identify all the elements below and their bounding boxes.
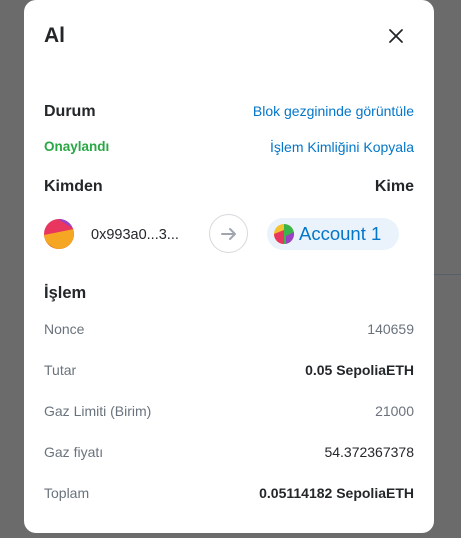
gas-price-label: Gaz fiyatı bbox=[44, 444, 104, 460]
amount-value: 0.05 SepoliaETH bbox=[305, 362, 414, 378]
to-account-name: Account 1 bbox=[299, 223, 382, 244]
close-icon bbox=[389, 29, 403, 43]
nonce-label: Nonce bbox=[44, 321, 85, 337]
transaction-section-title: İşlem bbox=[44, 284, 87, 302]
close-button[interactable] bbox=[386, 26, 406, 46]
modal-title: Al bbox=[44, 24, 65, 47]
to-account-pill[interactable]: Account 1 bbox=[267, 218, 399, 250]
account-avatar bbox=[274, 224, 294, 244]
copy-transaction-id-link[interactable]: İşlem Kimliğini Kopyala bbox=[270, 139, 414, 155]
amount-label: Tutar bbox=[44, 362, 77, 378]
status-label: Durum bbox=[44, 103, 96, 120]
from-label: Kimden bbox=[44, 178, 103, 195]
from-address[interactable]: 0x993a0...3... bbox=[91, 227, 179, 243]
transaction-details-modal: Al Durum Blok gezgininde görüntüle Onayl… bbox=[24, 0, 434, 533]
total-value: 0.05114182 SepoliaETH bbox=[259, 485, 414, 501]
nonce-value: 140659 bbox=[367, 321, 414, 337]
view-on-explorer-link[interactable]: Blok gezgininde görüntüle bbox=[253, 103, 414, 119]
gas-limit-value: 21000 bbox=[375, 403, 414, 419]
from-avatar bbox=[44, 219, 74, 249]
arrow-right-icon bbox=[220, 227, 236, 240]
gas-limit-label: Gaz Limiti (Birim) bbox=[44, 403, 152, 419]
total-label: Toplam bbox=[44, 485, 90, 501]
status-badge: Onaylandı bbox=[44, 139, 110, 154]
to-label: Kime bbox=[374, 178, 414, 195]
gas-price-value: 54.372367378 bbox=[324, 444, 414, 460]
direction-indicator bbox=[209, 214, 248, 253]
backdrop-divider bbox=[434, 274, 461, 275]
